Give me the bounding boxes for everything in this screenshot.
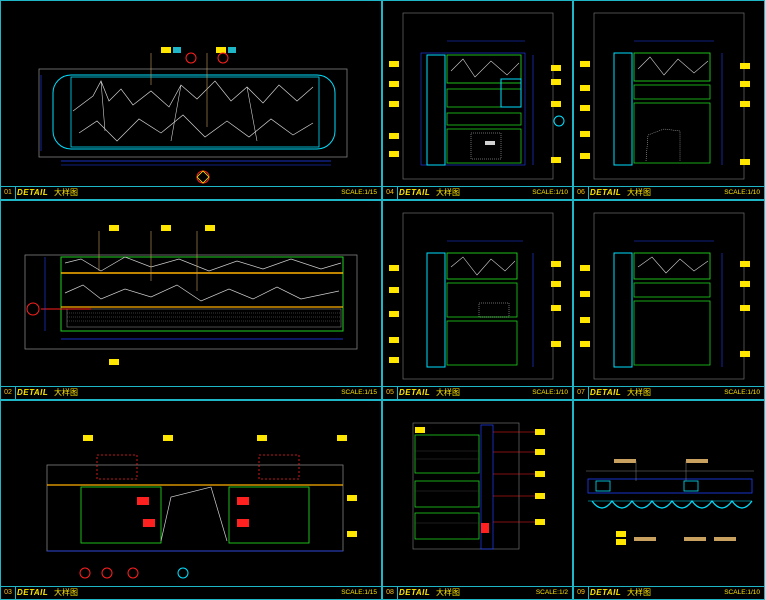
panel-title: DETAIL — [17, 588, 49, 597]
panel-number: 02 — [1, 387, 16, 399]
panel-scale: SCALE:1/15 — [341, 189, 377, 196]
panel-01-titlebar: 01 DETAIL 大样图 SCALE:1/15 — [1, 186, 381, 199]
panel-scale: SCALE:1/2 — [535, 589, 568, 596]
panel-subtitle: 大样图 — [54, 388, 78, 397]
panel-subtitle: 大样图 — [627, 388, 651, 397]
panel-number: 06 — [574, 187, 589, 199]
panel-number: 07 — [574, 387, 589, 399]
panel-scale: SCALE:1/10 — [532, 389, 568, 396]
cad-drawing-sheet: 01 DETAIL 大样图 SCALE:1/15 02 DETAIL 大样图 S… — [0, 0, 765, 600]
panel-subtitle: 大样图 — [436, 188, 460, 197]
panel-scale: SCALE:1/15 — [341, 389, 377, 396]
panel-number: 05 — [383, 387, 398, 399]
panel-subtitle: 大样图 — [436, 388, 460, 397]
panel-scale: SCALE:1/15 — [341, 589, 377, 596]
panel-03-titlebar: 03 DETAIL 大样图 SCALE:1/15 — [1, 586, 381, 599]
detail-panel-05[interactable]: 05 DETAIL 大样图 SCALE:1/10 — [382, 200, 573, 400]
panel-05-titlebar: 05 DETAIL 大样图 SCALE:1/10 — [383, 386, 572, 399]
panel-subtitle: 大样图 — [54, 588, 78, 597]
detail-panel-04[interactable]: 04 DETAIL 大样图 SCALE:1/10 — [382, 0, 573, 200]
panel-title: DETAIL — [399, 188, 431, 197]
detail-panel-03[interactable]: 03 DETAIL 大样图 SCALE:1/15 — [0, 400, 382, 600]
panel-subtitle: 大样图 — [436, 588, 460, 597]
panel-09-drawing — [586, 459, 754, 545]
panel-title: DETAIL — [17, 188, 49, 197]
detail-panel-02[interactable]: 02 DETAIL 大样图 SCALE:1/15 — [0, 200, 382, 400]
panel-02-drawing — [24, 225, 358, 365]
panel-title: DETAIL — [399, 588, 431, 597]
panel-number: 08 — [383, 587, 398, 599]
panel-05-drawing — [389, 212, 561, 380]
panel-number: 04 — [383, 187, 398, 199]
panel-07-titlebar: 07 DETAIL 大样图 SCALE:1/10 — [574, 386, 764, 399]
panel-title: DETAIL — [399, 388, 431, 397]
panel-07-drawing — [580, 212, 750, 380]
panel-03-drawing — [46, 435, 357, 579]
panel-06-titlebar: 06 DETAIL 大样图 SCALE:1/10 — [574, 186, 764, 199]
detail-panel-07[interactable]: 07 DETAIL 大样图 SCALE:1/10 — [573, 200, 765, 400]
detail-panel-08[interactable]: 08 DETAIL 大样图 SCALE:1/2 — [382, 400, 573, 600]
panel-scale: SCALE:1/10 — [532, 189, 568, 196]
panel-scale: SCALE:1/10 — [724, 389, 760, 396]
detail-panel-09[interactable]: 09 DETAIL 大样图 SCALE:1/10 — [573, 400, 765, 600]
panel-04-drawing — [389, 12, 565, 180]
panel-09-titlebar: 09 DETAIL 大样图 SCALE:1/10 — [574, 586, 764, 599]
panel-number: 03 — [1, 587, 16, 599]
panel-scale: SCALE:1/10 — [724, 589, 760, 596]
detail-panel-01[interactable]: 01 DETAIL 大样图 SCALE:1/15 — [0, 0, 382, 200]
panel-08-titlebar: 08 DETAIL 大样图 SCALE:1/2 — [383, 586, 572, 599]
panel-title: DETAIL — [590, 588, 622, 597]
detail-panel-06[interactable]: 06 DETAIL 大样图 SCALE:1/10 — [573, 0, 765, 200]
panel-title: DETAIL — [590, 188, 622, 197]
panel-number: 01 — [1, 187, 16, 199]
panel-04-titlebar: 04 DETAIL 大样图 SCALE:1/10 — [383, 186, 572, 199]
panel-02-titlebar: 02 DETAIL 大样图 SCALE:1/15 — [1, 386, 381, 399]
panel-subtitle: 大样图 — [627, 588, 651, 597]
panel-01-drawing — [38, 47, 348, 184]
panel-number: 09 — [574, 587, 589, 599]
panel-title: DETAIL — [590, 388, 622, 397]
panel-subtitle: 大样图 — [54, 188, 78, 197]
panel-08-drawing — [412, 422, 545, 550]
panel-scale: SCALE:1/10 — [724, 189, 760, 196]
panel-subtitle: 大样图 — [627, 188, 651, 197]
panel-title: DETAIL — [17, 388, 49, 397]
panel-06-drawing — [580, 12, 750, 180]
